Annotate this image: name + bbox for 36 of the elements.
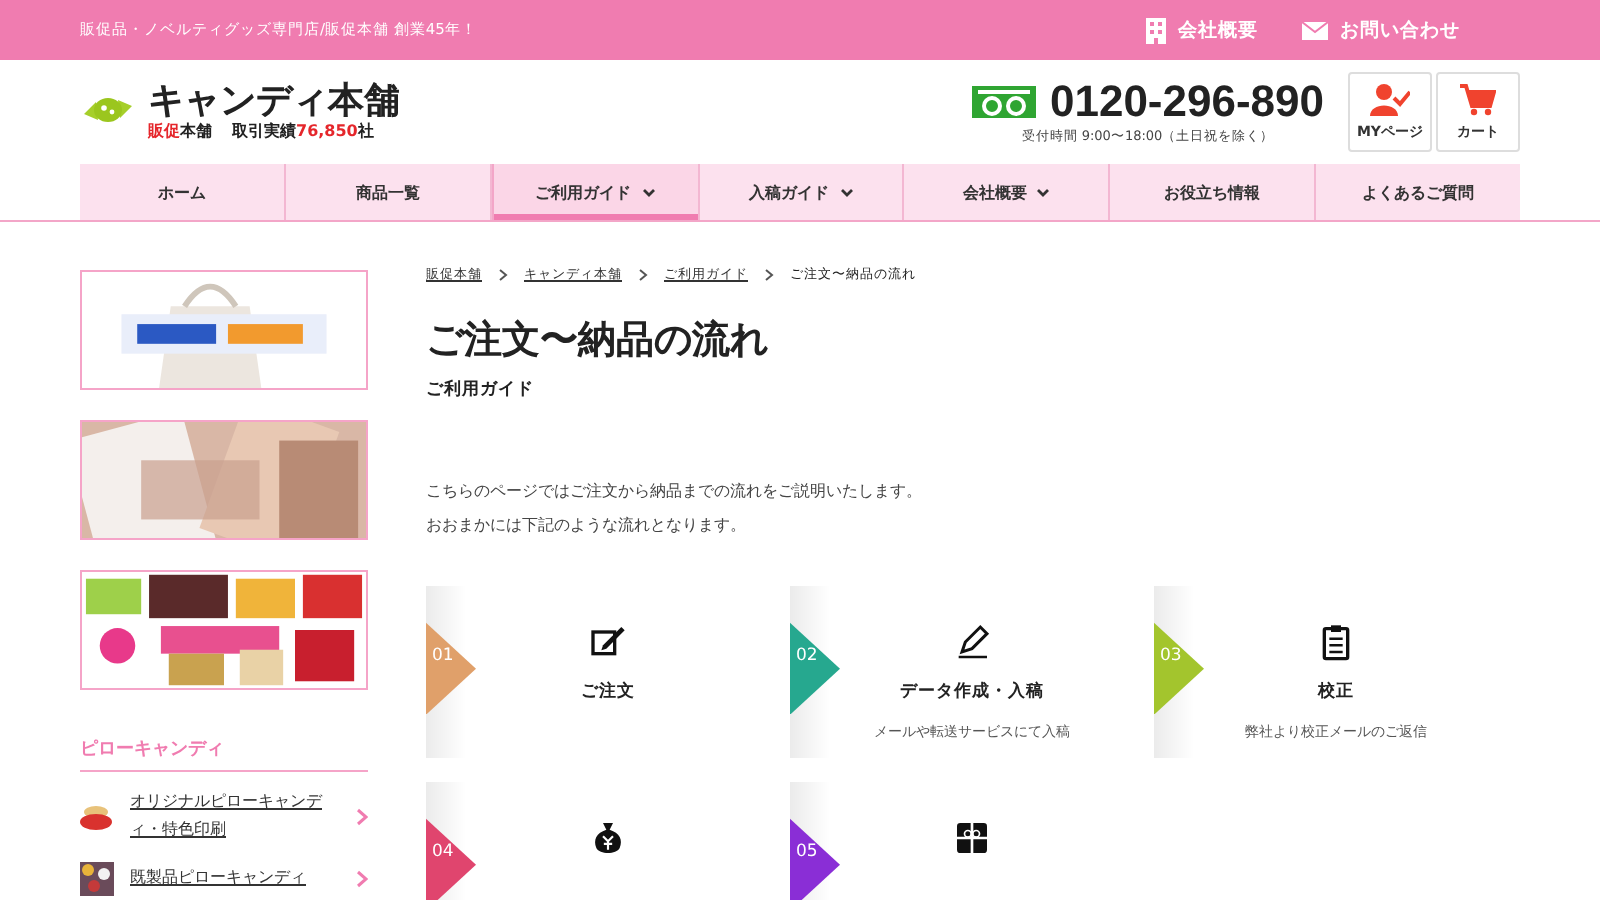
step-number: 01 [432, 646, 454, 667]
cart-icon [1460, 83, 1496, 115]
page-title: ご注文〜納品の流れ [426, 316, 770, 366]
sidebar-link[interactable]: オリジナルピローキャンディ・特色印刷 [130, 788, 340, 846]
step-title: ご注文 [581, 680, 635, 705]
brand-name: 販促本舗 [148, 120, 212, 143]
free-dial-icon [971, 85, 1036, 117]
page-subtitle: ご利用ガイド [426, 378, 536, 402]
phone-number: 0120-296-890 [1049, 79, 1324, 123]
nav-tab[interactable]: ホーム [80, 164, 286, 220]
step-number: 03 [1160, 646, 1182, 667]
step-number: 02 [796, 646, 818, 667]
nav-tab[interactable]: ご利用ガイド [491, 164, 700, 220]
sidebar-link[interactable]: 既製品ピローキャンディ [130, 864, 340, 893]
step-number: 04 [432, 842, 454, 863]
chevron-right-icon [356, 807, 368, 826]
mail-icon [1302, 21, 1328, 39]
nav-tab[interactable]: 入稿ガイド [699, 164, 905, 220]
intro-text: こちらのページではご注文から納品までの流れをご説明いたします。 [426, 480, 924, 504]
nav-tab[interactable]: お役立ち情報 [1110, 164, 1317, 220]
gift-icon [952, 818, 992, 859]
nav-tab[interactable]: よくあるご質問 [1316, 164, 1521, 220]
user-check-icon [1370, 83, 1410, 115]
chevron-right-icon [498, 268, 508, 282]
nav-tab[interactable]: 会社概要 [904, 164, 1111, 220]
section-title: ピローキャンディ [80, 736, 368, 772]
chevron-right-icon [638, 268, 648, 282]
chevron-right-icon [356, 869, 368, 888]
step-title: データ作成・入稿 [900, 680, 1044, 705]
logo-title: キャンディ本舗 [148, 81, 400, 121]
step-title: 校正 [1318, 680, 1354, 705]
building-icon [1146, 17, 1166, 43]
intro-text: おおまかには下記のような流れとなります。 [426, 514, 748, 539]
step-number: 05 [796, 842, 818, 863]
chevron-right-icon [764, 268, 774, 282]
record-text: 取引実績76,850社 [232, 120, 374, 143]
